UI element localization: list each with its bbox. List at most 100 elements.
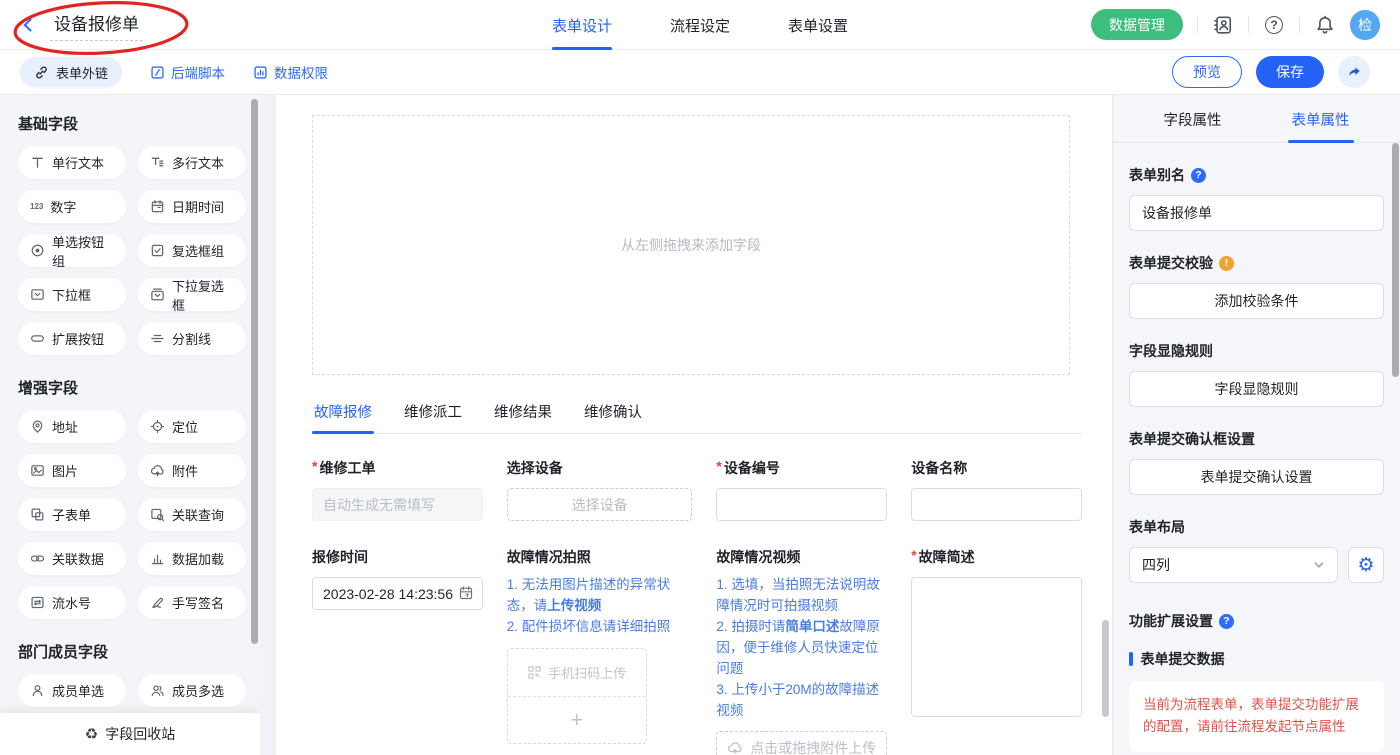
attachment-icon	[150, 463, 165, 478]
step-tab-result[interactable]: 维修结果	[492, 401, 554, 433]
field-label: 维修工单	[319, 458, 375, 478]
step-tab-dispatch[interactable]: 维修派工	[402, 401, 464, 433]
field-label: 故障情况拍照	[507, 547, 591, 567]
address-icon	[30, 419, 45, 434]
qr-code-icon	[527, 665, 542, 680]
gear-icon: ⚙	[1357, 556, 1374, 575]
step-tab-fault-report[interactable]: 故障报修	[312, 401, 374, 433]
linked-query-icon	[150, 507, 165, 522]
cloud-upload-icon	[727, 740, 743, 755]
repair-order-input[interactable]	[312, 488, 483, 521]
preview-button[interactable]: 预览	[1172, 56, 1242, 88]
field-pill-address[interactable]: 地址	[18, 410, 126, 443]
confirm-box-label: 表单提交确认框设置	[1129, 429, 1255, 449]
sidebar-scrollbar[interactable]	[251, 99, 258, 644]
field-label: 故障情况视频	[716, 547, 800, 567]
field-pill-multi-select[interactable]: 下拉复选框	[138, 278, 246, 311]
fault-video-hints: 1. 选填，当拍照无法说明故障情况时可拍摄视频 2. 拍摄时请简单口述故障原因，…	[716, 575, 887, 721]
enhanced-fields-grid: 地址 定位 图片 附件 子表单	[18, 410, 246, 619]
field-library-sidebar: 基础字段 单行文本 多行文本 123 数字 日期时间	[0, 95, 260, 755]
tab-form-properties[interactable]: 表单属性	[1290, 95, 1352, 142]
fault-desc-textarea[interactable]	[911, 577, 1082, 717]
field-fault-photo: 故障情况拍照 1. 无法用图片描述的异常状态，请上传视频 2. 配件损坏信息请详…	[507, 547, 693, 755]
share-button[interactable]	[1338, 56, 1370, 88]
visibility-rules-button[interactable]: 字段显隐规则	[1129, 371, 1384, 407]
field-pill-serial-number[interactable]: 流水号	[18, 586, 126, 619]
add-photo-button[interactable]: +	[508, 697, 646, 743]
field-pill-select[interactable]: 下拉框	[18, 278, 126, 311]
form-canvas: 从左侧拖拽来添加字段 故障报修 维修派工 维修结果 维修确认 * 维修工单	[276, 95, 1112, 755]
tab-form-design[interactable]: 表单设计	[552, 0, 612, 50]
notification-bell-icon[interactable]	[1314, 14, 1336, 36]
help-glyph: ?	[1265, 16, 1283, 34]
tab-form-setting[interactable]: 表单设置	[788, 0, 848, 50]
serial-number-icon	[30, 595, 45, 610]
help-badge-icon[interactable]: ?	[1191, 168, 1206, 183]
help-badge-icon[interactable]: ?	[1219, 614, 1234, 629]
field-select-device: 选择设备 选择设备	[507, 458, 693, 521]
field-pill-attachment[interactable]: 附件	[138, 454, 246, 487]
flow-form-warning-text: 当前为流程表单，表单提交功能扩展的配置，请前往流程发起节点属性	[1143, 697, 1359, 734]
field-pill-data-load[interactable]: 数据加载	[138, 542, 246, 575]
field-pill-checkbox-group[interactable]: 复选框组	[138, 234, 246, 267]
layout-select[interactable]: 四列	[1129, 547, 1338, 583]
canvas-scrollbar[interactable]	[1102, 620, 1109, 717]
canvas-wrap: 从左侧拖拽来添加字段 故障报修 维修派工 维修结果 维修确认 * 维修工单	[260, 95, 1112, 755]
field-pill-datetime[interactable]: 日期时间	[138, 190, 246, 223]
form-alias-input[interactable]	[1129, 195, 1384, 231]
field-pill-linked-data[interactable]: 关联数据	[18, 542, 126, 575]
device-name-input[interactable]	[911, 488, 1082, 521]
field-pill-number[interactable]: 123 数字	[18, 190, 126, 223]
properties-scrollbar[interactable]	[1392, 143, 1399, 377]
form-alias-label: 表单别名	[1129, 165, 1185, 185]
contacts-icon[interactable]	[1212, 14, 1234, 36]
user-avatar[interactable]: 检	[1350, 10, 1380, 40]
field-pill-subform[interactable]: 子表单	[18, 498, 126, 531]
required-asterisk: *	[312, 458, 317, 474]
select-device-button[interactable]: 选择设备	[507, 488, 693, 521]
tab-flow-setting[interactable]: 流程设定	[670, 0, 730, 50]
field-pill-member-multi[interactable]: 成员多选	[138, 674, 246, 707]
layout-settings-button[interactable]: ⚙	[1348, 547, 1384, 583]
properties-panel: 字段属性 表单属性 表单别名 ? 表单提交校验 ! 添加校验条件 字段显隐规则 …	[1112, 95, 1400, 755]
field-pill-radio-group[interactable]: 单选按钮组	[18, 234, 126, 267]
signature-icon	[150, 595, 165, 610]
field-label: 选择设备	[507, 458, 563, 478]
single-line-text-icon	[30, 155, 45, 170]
field-pill-member-single[interactable]: 成员单选	[18, 674, 126, 707]
data-manage-button[interactable]: 数据管理	[1091, 9, 1183, 40]
field-pill-divider[interactable]: 分割线	[138, 322, 246, 355]
field-pill-single-line-text[interactable]: 单行文本	[18, 146, 126, 179]
field-pill-extend-button[interactable]: 扩展按钮	[18, 322, 126, 355]
field-label: 故障简述	[919, 547, 975, 567]
sub-toolbar: 表单外链 后端脚本 数据权限 预览 保存	[0, 50, 1400, 95]
extension-settings-label: 功能扩展设置	[1129, 611, 1213, 631]
scan-upload-button[interactable]: 手机扫码上传	[508, 649, 646, 697]
backend-script-button[interactable]: 后端脚本	[150, 62, 225, 82]
warning-badge-icon[interactable]: !	[1219, 256, 1234, 271]
toolbar-links: 表单外链 后端脚本 数据权限	[20, 57, 328, 87]
confirm-box-button[interactable]: 表单提交确认设置	[1129, 459, 1384, 495]
data-permission-button[interactable]: 数据权限	[253, 62, 328, 82]
device-no-input[interactable]	[716, 488, 887, 521]
field-recycle-bin[interactable]: ♻ 字段回收站	[0, 713, 260, 755]
field-pill-multi-line-text[interactable]: 多行文本	[138, 146, 246, 179]
step-tab-confirm[interactable]: 维修确认	[582, 401, 644, 433]
tab-field-properties[interactable]: 字段属性	[1162, 95, 1224, 142]
field-pill-linked-query[interactable]: 关联查询	[138, 498, 246, 531]
field-pill-locate[interactable]: 定位	[138, 410, 246, 443]
drop-zone[interactable]: 从左侧拖拽来添加字段	[312, 115, 1070, 375]
visibility-rules-label: 字段显隐规则	[1129, 341, 1213, 361]
add-validation-button[interactable]: 添加校验条件	[1129, 283, 1384, 319]
form-external-link-button[interactable]: 表单外链	[20, 57, 122, 87]
submit-validation-label: 表单提交校验	[1129, 253, 1213, 273]
help-icon[interactable]: ?	[1263, 14, 1285, 36]
drop-zone-hint: 从左侧拖拽来添加字段	[621, 235, 761, 255]
image-icon	[30, 463, 45, 478]
divider	[1197, 17, 1198, 33]
field-pill-image[interactable]: 图片	[18, 454, 126, 487]
attach-upload-button[interactable]: 点击或拖拽附件上传	[716, 731, 887, 755]
body: 基础字段 单行文本 多行文本 123 数字 日期时间	[0, 95, 1400, 755]
save-button[interactable]: 保存	[1256, 56, 1324, 88]
field-pill-signature[interactable]: 手写签名	[138, 586, 246, 619]
